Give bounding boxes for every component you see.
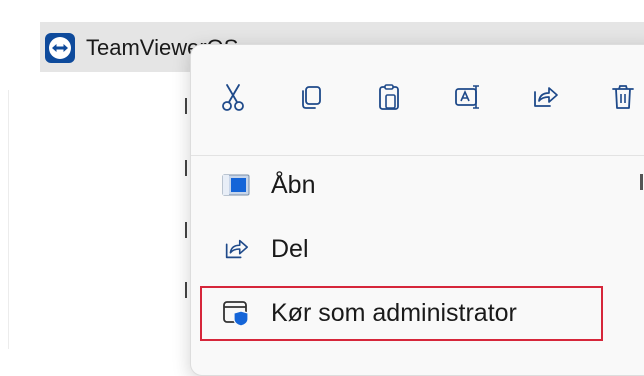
pane-divider [8, 90, 9, 349]
explorer-pane [40, 90, 190, 349]
delete-icon [612, 85, 634, 109]
share-button[interactable] [525, 77, 565, 117]
paste-button[interactable] [369, 77, 409, 117]
list-marker [185, 282, 187, 298]
cut-button[interactable] [213, 77, 253, 117]
context-menu-toolbar [191, 45, 644, 145]
delete-button[interactable] [603, 77, 643, 117]
list-marker [185, 98, 187, 114]
annotation-highlight-box [200, 286, 603, 341]
copy-button[interactable] [291, 77, 331, 117]
list-marker [185, 160, 187, 176]
teamviewer-icon [44, 32, 76, 64]
menu-item-share[interactable]: Del [201, 223, 601, 275]
share-icon [221, 234, 251, 264]
menu-item-open[interactable]: Åbn [201, 159, 601, 211]
rename-button[interactable] [447, 77, 487, 117]
paste-icon [379, 84, 399, 110]
menu-item-label: Åbn [271, 170, 316, 199]
rename-icon [455, 85, 479, 109]
open-app-icon [221, 170, 251, 200]
menu-item-label: Del [271, 234, 309, 263]
menu-separator [191, 155, 644, 156]
copy-icon [302, 86, 321, 109]
scroll-marker [640, 174, 643, 190]
cut-icon [222, 84, 244, 111]
share-icon [534, 87, 558, 107]
list-marker [185, 222, 187, 238]
